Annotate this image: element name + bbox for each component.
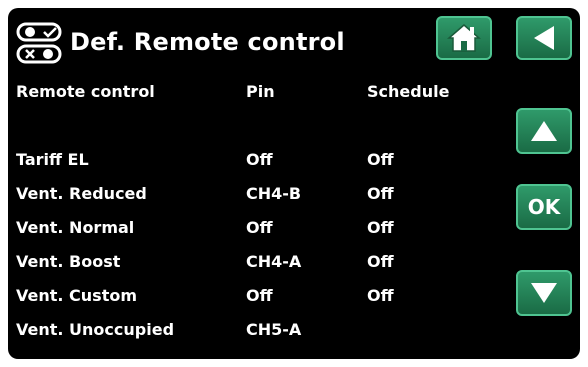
row-pin: Off [246,286,273,305]
down-arrow-icon [531,283,557,303]
row-pin: Off [246,150,273,169]
row-schedule: Off [367,184,394,203]
column-header-schedule: Schedule [367,82,450,101]
table-row[interactable]: Vent. Normal Off Off [8,218,508,252]
table-row[interactable]: Vent. Boost CH4-A Off [8,252,508,286]
row-schedule: Off [367,150,394,169]
up-arrow-icon [531,121,557,141]
back-button[interactable] [516,16,572,60]
row-label: Vent. Boost [16,252,121,271]
row-label: Vent. Custom [16,286,138,305]
home-icon [447,24,481,52]
column-header-pin: Pin [246,82,275,101]
row-label: Vent. Reduced [16,184,147,203]
row-pin: CH4-B [246,184,302,203]
row-schedule: Off [367,286,394,305]
back-arrow-icon [534,26,554,50]
page-title: Def. Remote control [70,28,345,56]
table-row[interactable]: Vent. Reduced CH4-B Off [8,184,508,218]
row-schedule: Off [367,218,394,237]
row-pin: CH5-A [246,320,302,339]
remote-toggle-icon [16,22,62,64]
table-row[interactable]: Vent. Unoccupied CH5-A [8,320,508,354]
down-button[interactable] [516,270,572,316]
row-pin: CH4-A [246,252,302,271]
home-button[interactable] [436,16,492,60]
row-schedule: Off [367,252,394,271]
table-row[interactable]: Tariff EL Off Off [8,150,508,184]
row-label: Tariff EL [16,150,89,169]
ok-button-label: OK [527,195,561,219]
row-label: Vent. Unoccupied [16,320,175,339]
ok-button[interactable]: OK [516,184,572,230]
table-row[interactable]: Vent. Custom Off Off [8,286,508,320]
row-label: Vent. Normal [16,218,135,237]
row-pin: Off [246,218,273,237]
remote-control-screen: Def. Remote control OK Remote control Pi… [8,8,580,359]
up-button[interactable] [516,108,572,154]
column-header-remote-control: Remote control [16,82,155,101]
